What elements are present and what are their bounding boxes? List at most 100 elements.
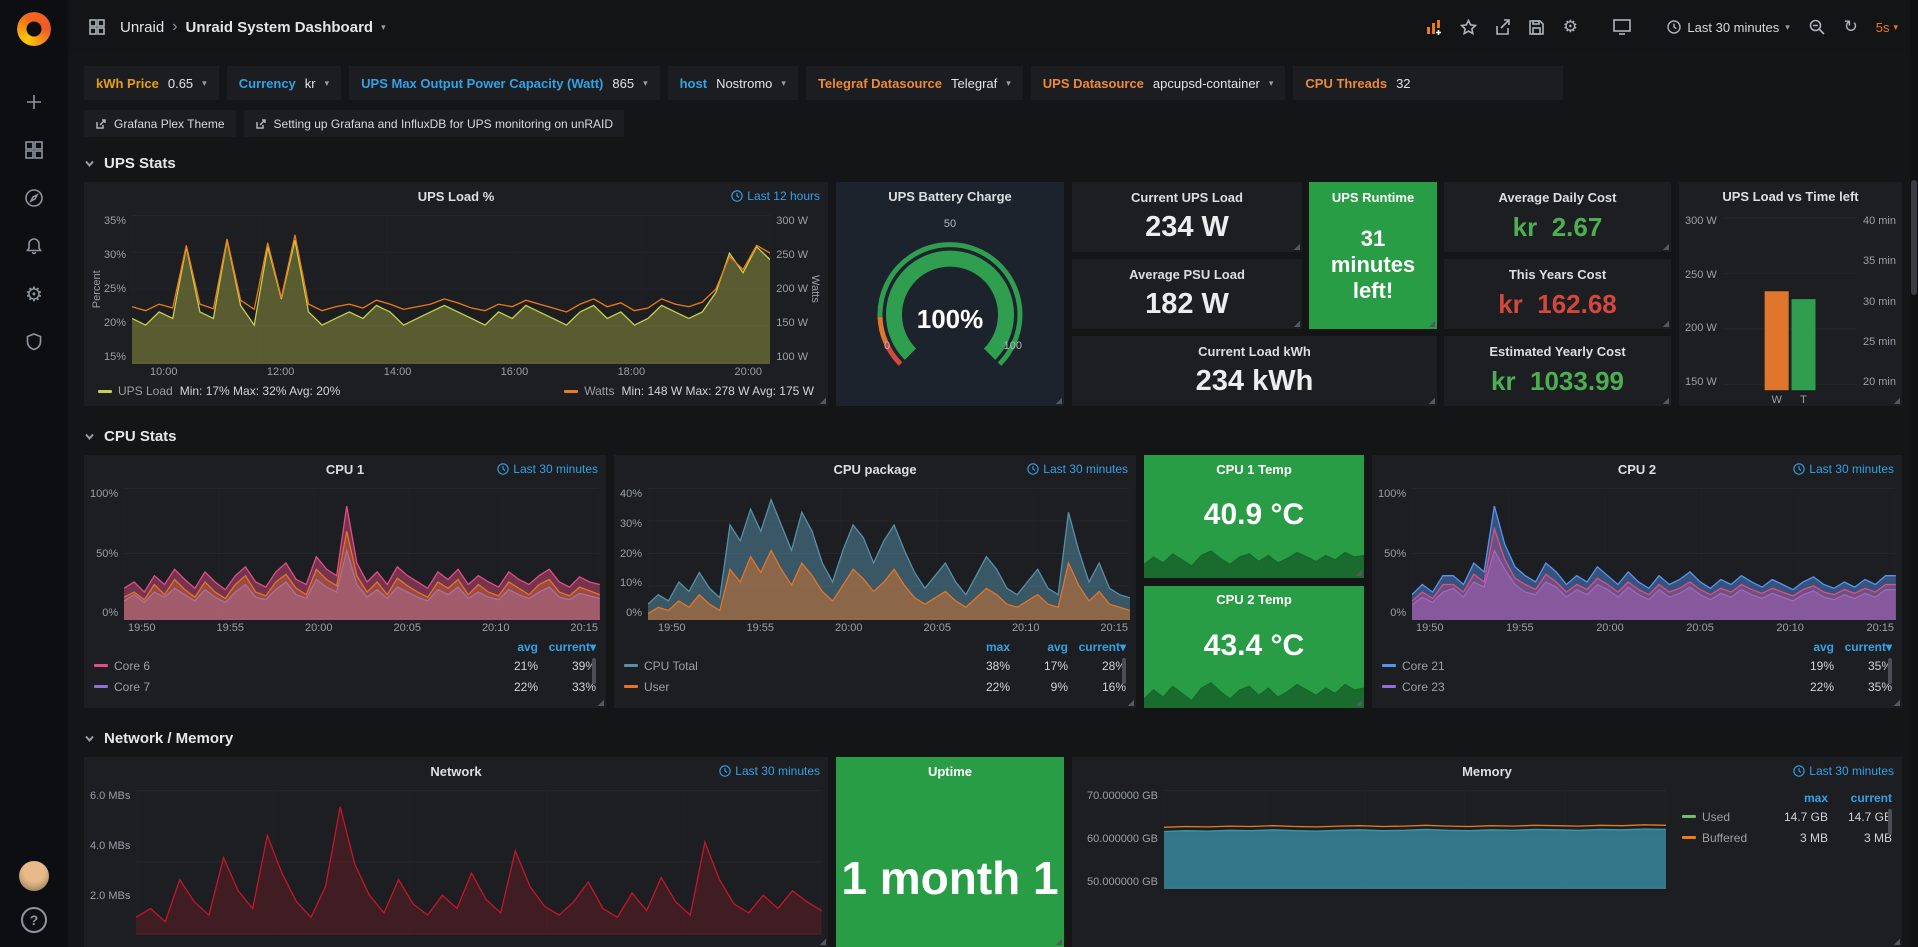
- help-icon[interactable]: ?: [21, 907, 47, 933]
- panel-title[interactable]: Network: [430, 764, 481, 779]
- legend-series-name[interactable]: CPU Total: [644, 659, 698, 673]
- legend-column-header[interactable]: current: [1828, 791, 1892, 805]
- variable-picker[interactable]: UPS Datasourceapcupsd-container▾: [1031, 66, 1286, 100]
- legend-row[interactable]: Core 722%33%: [94, 676, 596, 697]
- legend-series[interactable]: Core 23: [1382, 680, 1776, 694]
- cpu2-chart[interactable]: [1412, 487, 1896, 620]
- star-icon[interactable]: [1453, 12, 1483, 42]
- legend-series[interactable]: Core 6: [94, 659, 480, 673]
- panel-header[interactable]: UPS Battery Charge: [836, 182, 1064, 210]
- panel-title[interactable]: This Years Cost: [1509, 262, 1606, 286]
- tv-mode-icon[interactable]: [1607, 12, 1637, 42]
- legend-series-name[interactable]: Buffered: [1702, 831, 1747, 845]
- legend-item[interactable]: Watts Min: 148 W Max: 278 W Avg: 175 W: [564, 384, 814, 398]
- panel-time-badge[interactable]: Last 30 minutes: [1027, 462, 1128, 476]
- legend-series-name[interactable]: Core 23: [1402, 680, 1445, 694]
- explore-compass-icon[interactable]: [14, 178, 54, 218]
- alerting-bell-icon[interactable]: [14, 226, 54, 266]
- panel-header[interactable]: CPU 2 Last 30 minutes: [1372, 455, 1902, 483]
- panel-title[interactable]: CPU 1: [326, 462, 364, 477]
- legend-table[interactable]: maxcurrentUsed14.7 GB14.7 GBBuffered3 MB…: [1682, 789, 1892, 855]
- panel-title[interactable]: Estimated Yearly Cost: [1489, 339, 1625, 363]
- section-row-ups-stats[interactable]: UPS Stats: [68, 155, 1918, 172]
- dashboard-link[interactable]: Setting up Grafana and InfluxDB for UPS …: [244, 110, 625, 137]
- variable-value[interactable]: 32: [1396, 76, 1410, 91]
- variable-value[interactable]: 0.65: [168, 76, 193, 91]
- variable-value[interactable]: kr: [305, 76, 316, 91]
- legend-series-name[interactable]: Core 6: [114, 659, 150, 673]
- ups-bar-chart[interactable]: WT: [1723, 214, 1857, 406]
- chevron-down-icon[interactable]: ▾: [381, 22, 386, 33]
- breadcrumb-dashboard[interactable]: Unraid System Dashboard: [186, 19, 374, 36]
- panel-title[interactable]: CPU 2 Temp: [1144, 586, 1364, 614]
- variable-value[interactable]: Nostromo: [716, 76, 772, 91]
- panel-header[interactable]: UPS Load % Last 12 hours: [84, 182, 828, 210]
- legend-series[interactable]: CPU Total: [624, 659, 952, 673]
- legend-column-header[interactable]: current▾: [538, 640, 596, 654]
- panel-time-badge[interactable]: Last 30 minutes: [1793, 764, 1894, 778]
- panel-title[interactable]: UPS Load vs Time left: [1679, 182, 1902, 210]
- time-range-label[interactable]: Last 30 minutes: [1687, 20, 1779, 35]
- save-icon[interactable]: [1521, 12, 1551, 42]
- refresh-interval-label[interactable]: 5s: [1876, 20, 1890, 35]
- share-icon[interactable]: [1487, 12, 1517, 42]
- breadcrumb-org[interactable]: Unraid: [120, 19, 164, 36]
- panel-header[interactable]: CPU package Last 30 minutes: [614, 455, 1136, 483]
- dashboard-grid-icon[interactable]: [82, 12, 112, 42]
- legend-series-name[interactable]: Core 21: [1402, 659, 1445, 673]
- dashboards-icon[interactable]: [14, 130, 54, 170]
- legend-series-name[interactable]: Core 7: [114, 680, 150, 694]
- legend-column-header[interactable]: max: [1764, 791, 1828, 805]
- server-admin-shield-icon[interactable]: [14, 322, 54, 362]
- legend-series-name[interactable]: User: [644, 680, 669, 694]
- panel-header[interactable]: Memory Last 30 minutes: [1072, 757, 1902, 785]
- panel-title[interactable]: CPU 2: [1618, 462, 1656, 477]
- create-plus-icon[interactable]: [14, 82, 54, 122]
- legend-row[interactable]: Used14.7 GB14.7 GB: [1682, 806, 1892, 827]
- legend-series[interactable]: Buffered: [1682, 831, 1764, 845]
- page-scrollbar[interactable]: [1910, 0, 1918, 947]
- panel-title[interactable]: Current UPS Load: [1131, 185, 1243, 209]
- add-panel-icon[interactable]: [1419, 12, 1449, 42]
- panel-title[interactable]: UPS Battery Charge: [888, 189, 1012, 204]
- cpu-package-chart[interactable]: [648, 487, 1130, 620]
- variable-picker[interactable]: CPU Threads32: [1293, 66, 1563, 100]
- grafana-logo-icon[interactable]: [15, 10, 53, 48]
- section-title[interactable]: CPU Stats: [104, 428, 177, 445]
- memory-chart[interactable]: [1164, 789, 1666, 889]
- legend-series-name[interactable]: UPS Load: [118, 384, 173, 398]
- cpu1-chart[interactable]: [124, 487, 600, 620]
- legend-column-header[interactable]: max: [952, 640, 1010, 654]
- panel-header[interactable]: Network Last 30 minutes: [84, 757, 828, 785]
- time-range-picker[interactable]: Last 30 minutes ▾: [1659, 20, 1797, 35]
- ups-load-chart[interactable]: [132, 214, 770, 364]
- panel-title[interactable]: Memory: [1462, 764, 1512, 779]
- variable-value[interactable]: apcupsd-container: [1153, 76, 1260, 91]
- variable-value[interactable]: 865: [612, 76, 634, 91]
- legend-row[interactable]: CPU Total38%17%28%: [624, 655, 1126, 676]
- panel-time-badge[interactable]: Last 30 minutes: [719, 764, 820, 778]
- panel-title[interactable]: UPS Load %: [418, 189, 495, 204]
- legend-column-header[interactable]: avg: [480, 640, 538, 654]
- legend-series-name[interactable]: Watts: [584, 384, 614, 398]
- section-row-network-memory[interactable]: Network / Memory: [68, 730, 1918, 747]
- legend-column-header[interactable]: current▾: [1834, 640, 1892, 654]
- section-title[interactable]: UPS Stats: [104, 155, 176, 172]
- legend-series-name[interactable]: Used: [1702, 810, 1730, 824]
- zoom-out-icon[interactable]: [1802, 12, 1832, 42]
- scrollbar-thumb[interactable]: [1911, 180, 1917, 295]
- configuration-gear-icon[interactable]: ⚙: [14, 274, 54, 314]
- panel-header[interactable]: CPU 1 Last 30 minutes: [84, 455, 606, 483]
- legend-series[interactable]: Core 21: [1382, 659, 1776, 673]
- legend-column-header[interactable]: avg: [1010, 640, 1068, 654]
- variable-value[interactable]: Telegraf: [951, 76, 997, 91]
- legend-item[interactable]: UPS Load Min: 17% Max: 32% Avg: 20%: [98, 384, 340, 398]
- refresh-icon[interactable]: ↻: [1836, 12, 1866, 42]
- panel-time-badge[interactable]: Last 30 minutes: [1793, 462, 1894, 476]
- legend-series[interactable]: Core 7: [94, 680, 480, 694]
- panel-title[interactable]: Average Daily Cost: [1498, 185, 1616, 209]
- legend-row[interactable]: Core 2322%35%: [1382, 676, 1892, 697]
- panel-time-badge[interactable]: Last 30 minutes: [497, 462, 598, 476]
- panel-title[interactable]: CPU package: [833, 462, 916, 477]
- panel-title[interactable]: Average PSU Load: [1129, 262, 1245, 286]
